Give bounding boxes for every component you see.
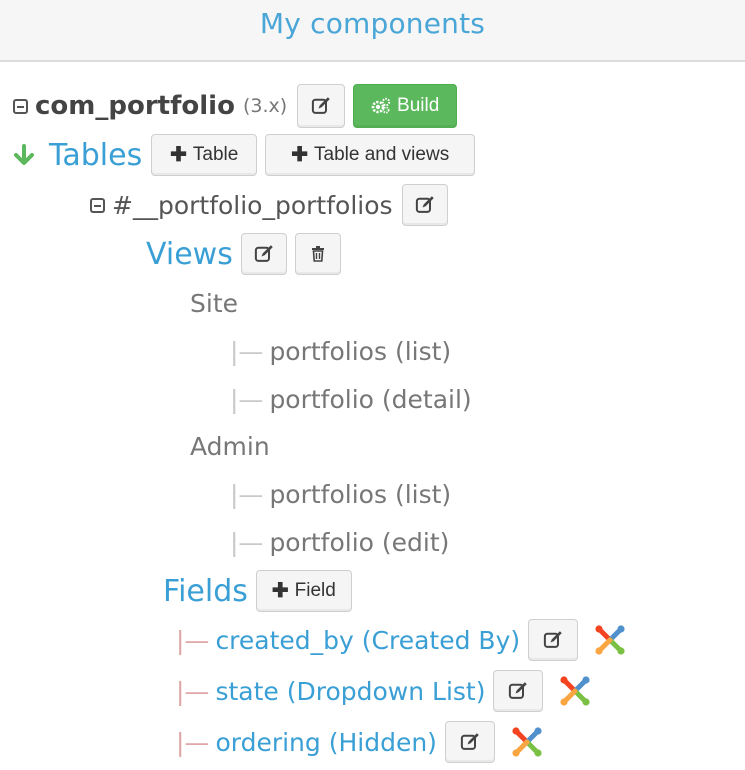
fields-label[interactable]: Fields [163,574,248,609]
edit-views-button[interactable] [240,233,287,275]
build-button-label: Build [397,95,440,116]
plus-icon: ✚ [170,144,187,166]
delete-views-button[interactable] [294,233,341,275]
plus-icon: ✚ [271,580,289,602]
admin-group-label: Admin [190,431,270,461]
page-title: My components [259,7,486,40]
views-row: Views [146,233,341,275]
table-name: #__portfolio_portfolios [112,190,393,220]
arrow-down-icon [14,144,34,165]
collapse-square-icon[interactable] [90,197,105,213]
tables-row: Tables ✚ Table ✚ Table and views [13,134,476,176]
table-row: |— ordering (Hidden) [176,721,543,763]
edit-icon [508,681,528,701]
edit-icon [460,732,480,752]
collapse-square-icon[interactable] [13,98,28,114]
add-field-button[interactable]: ✚ Field [255,570,352,612]
add-table-button[interactable]: ✚ Table [151,134,258,176]
views-label[interactable]: Views [146,237,233,272]
view-admin-portfolio-edit: portfolio (edit) [269,527,450,557]
joomla-icon[interactable] [559,675,591,707]
plus-icon: ✚ [291,144,308,166]
list-item[interactable]: |— portfolio (detail) [230,379,472,419]
trash-icon [311,246,324,262]
component-name: com_portfolio [35,91,235,121]
site-group-label: Site [190,288,238,318]
edit-field-button[interactable] [444,721,495,763]
table-row: #__portfolio_portfolios [90,184,448,226]
edit-icon [415,195,435,215]
edit-icon [254,244,274,264]
edit-field-button[interactable] [528,619,579,661]
gears-icon [371,97,391,114]
add-table-button-label: Table [192,144,239,165]
component-row: com_portfolio (3.x) Build [13,84,458,128]
build-button[interactable]: Build [353,84,458,128]
edit-icon [311,96,331,116]
table-row: |— created_by (Created By) [176,619,626,661]
view-site-portfolios-list: portfolios (list) [269,336,452,366]
list-item[interactable]: |— portfolios (list) [230,474,451,514]
component-version: (3.x) [242,95,288,117]
add-field-button-label: Field [294,580,336,601]
view-site-portfolio-detail: portfolio (detail) [269,384,472,414]
header: My components [0,0,745,62]
list-item[interactable]: |— portfolios (list) [230,331,451,371]
edit-field-button[interactable] [493,670,544,712]
edit-component-button[interactable] [297,84,346,128]
joomla-icon[interactable] [594,624,626,656]
edit-icon [543,630,563,650]
edit-table-button[interactable] [401,184,448,226]
tables-label[interactable]: Tables [49,138,142,173]
table-row: |— state (Dropdown List) [176,670,591,712]
view-admin-portfolios-list: portfolios (list) [269,479,452,509]
field-created-by[interactable]: created_by (Created By) [215,626,520,655]
add-table-and-views-label: Table and views [314,144,450,165]
list-item[interactable]: |— portfolio (edit) [230,522,449,562]
add-table-and-views-button[interactable]: ✚ Table and views [265,134,476,176]
fields-row: Fields ✚ Field [163,570,352,612]
field-state[interactable]: state (Dropdown List) [215,677,485,706]
joomla-icon[interactable] [511,726,543,758]
field-ordering[interactable]: ordering (Hidden) [215,728,436,757]
